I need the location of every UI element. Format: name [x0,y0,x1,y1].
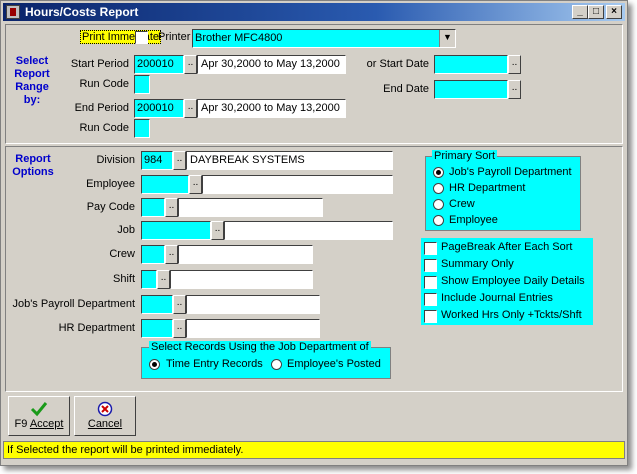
end-period-text: Apr 30,2000 to May 13,2000 [197,99,346,118]
printer-select[interactable]: Brother MFC4800 ▼ [192,29,456,48]
division-code-input[interactable]: 984 [141,151,173,170]
chevron-down-icon[interactable]: ▼ [439,30,455,47]
division-name: DAYBREAK SYSTEMS [186,151,393,170]
cancel-label: Cancel [87,418,123,430]
employees-posted-radio[interactable] [271,359,282,370]
pagebreak-checkbox[interactable] [424,242,437,255]
end-period-label: End Period [74,102,129,114]
app-icon[interactable] [6,5,20,19]
shift-lookup-button[interactable]: .. [157,270,170,289]
range-section-label: Select Report Range by: [14,55,50,106]
employee-input[interactable] [141,175,189,194]
shift-label: Shift [112,273,135,285]
jobs-payroll-dept-name [186,295,320,314]
sort-hr-dept-radio[interactable] [433,183,444,194]
accept-label: Accept [29,418,64,430]
sort-jobs-payroll-dept-label: Job's Payroll Department [449,166,572,178]
shift-input[interactable] [141,270,157,289]
include-journal-checkbox[interactable] [424,293,437,306]
start-date-input[interactable] [434,55,508,74]
summary-only-checkbox[interactable] [424,259,437,272]
jobs-payroll-dept-input[interactable] [141,295,173,314]
printer-label: Printer [158,31,191,43]
include-journal-label: Include Journal Entries [441,292,553,304]
employee-lookup-button[interactable]: .. [189,175,202,194]
sort-employee-radio[interactable] [433,215,444,226]
hr-dept-input[interactable] [141,319,173,338]
printer-value: Brother MFC4800 [195,32,283,44]
pay-code-name [178,198,323,217]
jobs-payroll-dept-label: Job's Payroll Department [12,298,135,310]
job-name [224,221,393,240]
status-bar: If Selected the report will be printed i… [3,441,625,459]
end-run-code-label: Run Code [79,122,129,134]
end-period-lookup-button[interactable]: .. [184,99,197,118]
accept-key: F9 [14,418,28,430]
start-run-code-input[interactable] [134,75,150,94]
sort-employee-label: Employee [449,214,498,226]
sort-crew-label: Crew [449,198,475,210]
minimize-button[interactable]: _ [572,5,588,19]
sort-jobs-payroll-dept-radio[interactable] [433,167,444,178]
end-run-code-input[interactable] [134,119,150,138]
accept-button[interactable]: F9 Accept [8,396,70,436]
shift-name [170,270,313,289]
title-bar[interactable]: Hours/Costs Report _ □ × [3,3,625,21]
primary-sort-title: Primary Sort [432,150,498,162]
hr-dept-label: HR Department [58,322,135,334]
time-entry-records-label: Time Entry Records [166,358,263,370]
division-lookup-button[interactable]: .. [173,151,186,170]
hr-dept-lookup-button[interactable]: .. [173,319,186,338]
job-label: Job [117,224,135,236]
sort-hr-dept-label: HR Department [449,182,526,194]
maximize-button[interactable]: □ [588,5,604,19]
end-date-label: End Date [383,83,429,95]
end-period-code-input[interactable]: 200010 [134,99,184,118]
employee-label: Employee [86,178,135,190]
end-date-picker-button[interactable]: .. [508,80,521,99]
pagebreak-label: PageBreak After Each Sort [441,241,573,253]
pay-code-input[interactable] [141,198,165,217]
worked-hrs-only-label: Worked Hrs Only +Tckts/Shft [441,309,582,321]
crew-name [178,245,313,264]
end-date-input[interactable] [434,80,508,99]
show-daily-details-label: Show Employee Daily Details [441,275,585,287]
job-lookup-button[interactable]: .. [211,221,224,240]
division-label: Division [96,154,135,166]
worked-hrs-only-checkbox[interactable] [424,310,437,323]
employees-posted-label: Employee's Posted [287,358,381,370]
summary-only-label: Summary Only [441,258,514,270]
window-title: Hours/Costs Report [25,5,139,19]
close-button[interactable]: × [606,5,622,19]
checkmark-icon [30,402,48,417]
start-date-picker-button[interactable]: .. [508,55,521,74]
employee-name [202,175,393,194]
print-immediate-label: Print Immediate [80,30,162,44]
crew-lookup-button[interactable]: .. [165,245,178,264]
sort-crew-radio[interactable] [433,199,444,210]
start-period-text: Apr 30,2000 to May 13,2000 [197,55,346,74]
cancel-button[interactable]: Cancel [74,396,136,436]
print-immediate-checkbox[interactable] [135,31,148,44]
start-period-lookup-button[interactable]: .. [184,55,197,74]
crew-input[interactable] [141,245,165,264]
time-entry-records-radio[interactable] [149,359,160,370]
start-run-code-label: Run Code [79,78,129,90]
pay-code-label: Pay Code [86,201,135,213]
crew-label: Crew [109,248,135,260]
jobs-payroll-dept-lookup-button[interactable]: .. [173,295,186,314]
hr-dept-name [186,319,320,338]
show-daily-details-checkbox[interactable] [424,276,437,289]
select-records-title: Select Records Using the Job Department … [149,341,371,353]
or-start-date-label: or Start Date [366,58,429,70]
report-window: Hours/Costs Report _ □ × Print Immediate… [0,0,628,466]
job-input[interactable] [141,221,211,240]
start-period-label: Start Period [70,58,129,70]
pay-code-lookup-button[interactable]: .. [165,198,178,217]
start-period-code-input[interactable]: 200010 [134,55,184,74]
cancel-icon [97,401,113,417]
